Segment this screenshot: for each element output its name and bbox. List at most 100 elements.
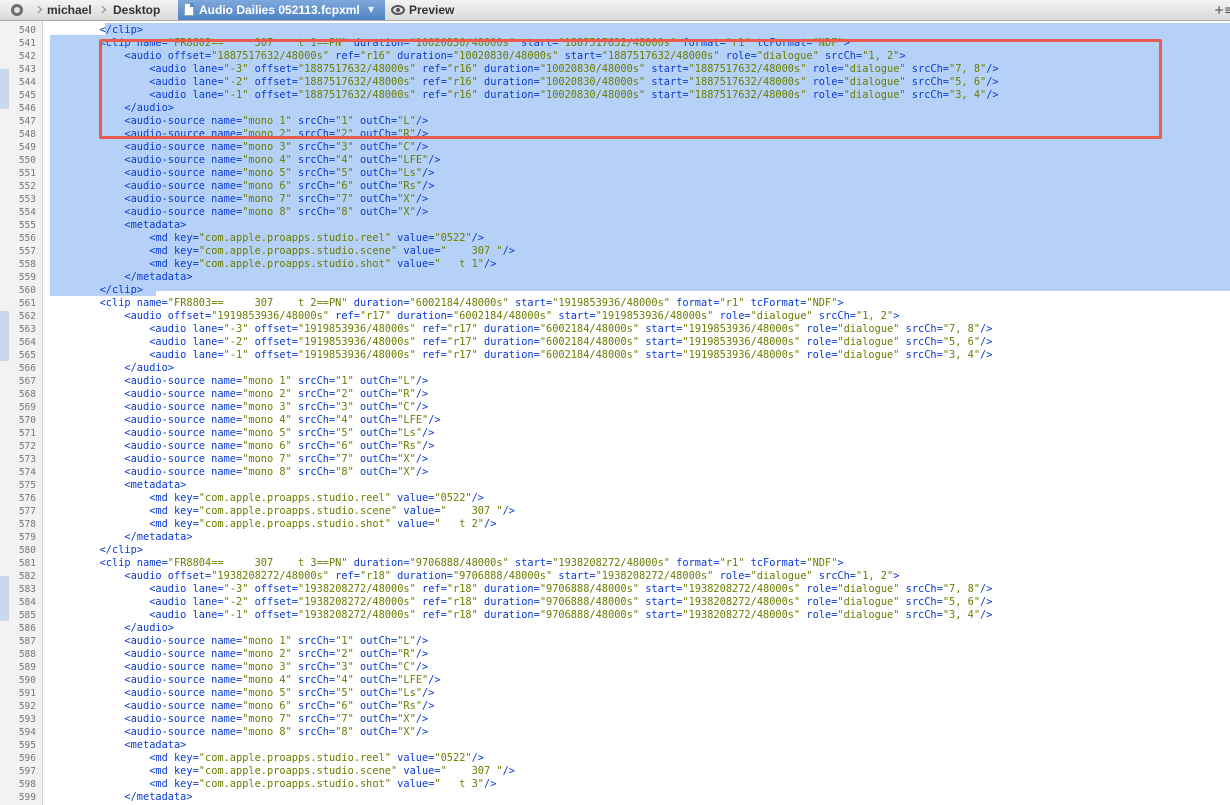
code-line[interactable]: 581 <clip name="FR8804== 307 t 3==PN" du… xyxy=(0,557,1230,570)
code-line[interactable]: 559 </metadata> xyxy=(0,271,1230,284)
code-line[interactable]: 594 <audio-source name="mono 8" srcCh="8… xyxy=(0,726,1230,739)
code-line[interactable]: 584 <audio lane="-2" offset="1938208272/… xyxy=(0,596,1230,609)
code-line[interactable]: 564 <audio lane="-2" offset="1919853936/… xyxy=(0,336,1230,349)
code-line[interactable]: 579 </metadata> xyxy=(0,531,1230,544)
code-line[interactable]: 596 <md key="com.apple.proapps.studio.re… xyxy=(0,752,1230,765)
line-number: 576 xyxy=(18,493,36,504)
code-line[interactable]: 593 <audio-source name="mono 7" srcCh="7… xyxy=(0,713,1230,726)
code-text: <audio-source name="mono 1" srcCh="1" ou… xyxy=(50,375,429,387)
line-number: 588 xyxy=(18,649,36,660)
crumb-desktop[interactable]: Desktop xyxy=(113,0,160,20)
code-line[interactable]: 565 <audio lane="-1" offset="1919853936/… xyxy=(0,349,1230,362)
line-number: 598 xyxy=(18,779,36,790)
code-line[interactable]: 591 <audio-source name="mono 5" srcCh="5… xyxy=(0,687,1230,700)
code-text: <md key="com.apple.proapps.studio.shot" … xyxy=(50,778,497,790)
line-number: 568 xyxy=(18,389,36,400)
code-line[interactable]: 587 <audio-source name="mono 1" srcCh="1… xyxy=(0,635,1230,648)
code-line[interactable]: 549 <audio-source name="mono 3" srcCh="3… xyxy=(0,141,1230,154)
code-line[interactable]: 570 <audio-source name="mono 4" srcCh="4… xyxy=(0,414,1230,427)
separator-icon: › xyxy=(100,0,108,20)
code-text: <audio-source name="mono 4" srcCh="4" ou… xyxy=(50,154,441,166)
code-line[interactable]: 586 </audio> xyxy=(0,622,1230,635)
code-line[interactable]: 553 <audio-source name="mono 7" srcCh="7… xyxy=(0,193,1230,206)
code-text: <audio-source name="mono 7" srcCh="7" ou… xyxy=(50,713,429,725)
code-line[interactable]: 580 </clip> xyxy=(0,544,1230,557)
code-line[interactable]: 550 <audio-source name="mono 4" srcCh="4… xyxy=(0,154,1230,167)
code-line[interactable]: 552 <audio-source name="mono 6" srcCh="6… xyxy=(0,180,1230,193)
line-number: 572 xyxy=(18,441,36,452)
crumb-active-file[interactable]: Audio Dailies 052113.fcpxml ▼ xyxy=(178,0,385,20)
code-line[interactable]: 560 </clip> xyxy=(0,284,1230,297)
code-text: <audio-source name="mono 8" srcCh="8" ou… xyxy=(50,206,429,218)
line-number: 577 xyxy=(18,506,36,517)
code-line[interactable]: 571 <audio-source name="mono 5" srcCh="5… xyxy=(0,427,1230,440)
code-text: <md key="com.apple.proapps.studio.reel" … xyxy=(50,232,484,244)
code-line[interactable]: 561 <clip name="FR8803== 307 t 2==PN" du… xyxy=(0,297,1230,310)
code-line[interactable]: 576 <md key="com.apple.proapps.studio.re… xyxy=(0,492,1230,505)
code-line[interactable]: 599 </metadata> xyxy=(0,791,1230,804)
line-number: 547 xyxy=(18,116,36,127)
code-line[interactable]: 568 <audio-source name="mono 2" srcCh="2… xyxy=(0,388,1230,401)
code-line[interactable]: 540 </clip> xyxy=(0,24,1230,37)
line-number: 553 xyxy=(18,194,36,205)
line-number: 585 xyxy=(18,610,36,621)
code-line[interactable]: 574 <audio-source name="mono 8" srcCh="8… xyxy=(0,466,1230,479)
line-number: 570 xyxy=(18,415,36,426)
code-text: <audio-source name="mono 2" srcCh="2" ou… xyxy=(50,648,429,660)
chevron-down-icon[interactable]: ▼ xyxy=(368,0,374,20)
line-number: 587 xyxy=(18,636,36,647)
code-line[interactable]: 578 <md key="com.apple.proapps.studio.sh… xyxy=(0,518,1230,531)
code-line[interactable]: 551 <audio-source name="mono 5" srcCh="5… xyxy=(0,167,1230,180)
code-text: <audio offset="1919853936/48000s" ref="r… xyxy=(50,310,900,322)
line-number: 582 xyxy=(18,571,36,582)
line-number: 559 xyxy=(18,272,36,283)
code-line[interactable]: 590 <audio-source name="mono 4" srcCh="4… xyxy=(0,674,1230,687)
code-line[interactable]: 566 </audio> xyxy=(0,362,1230,375)
crumb-michael[interactable]: michael xyxy=(47,0,92,20)
code-line[interactable]: 557 <md key="com.apple.proapps.studio.sc… xyxy=(0,245,1230,258)
code-editor[interactable]: 540 </clip> 541 <clip name="FR8802== 307 … xyxy=(0,21,1230,805)
code-line[interactable]: 583 <audio lane="-3" offset="1938208272/… xyxy=(0,583,1230,596)
code-line[interactable]: 567 <audio-source name="mono 1" srcCh="1… xyxy=(0,375,1230,388)
code-line[interactable]: 563 <audio lane="-3" offset="1919853936/… xyxy=(0,323,1230,336)
line-number: 542 xyxy=(18,51,36,62)
code-text: <audio-source name="mono 4" srcCh="4" ou… xyxy=(50,414,441,426)
code-line[interactable]: 573 <audio-source name="mono 7" srcCh="7… xyxy=(0,453,1230,466)
code-text: <audio-source name="mono 3" srcCh="3" ou… xyxy=(50,661,429,673)
code-line[interactable]: 575 <metadata> xyxy=(0,479,1230,492)
code-text: <md key="com.apple.proapps.studio.scene"… xyxy=(50,765,515,777)
code-text: <md key="com.apple.proapps.studio.shot" … xyxy=(50,518,497,530)
code-line[interactable]: 582 <audio offset="1938208272/48000s" re… xyxy=(0,570,1230,583)
path-bar: › michael › Desktop Audio Dailies 052113… xyxy=(0,0,1230,21)
code-line[interactable]: 577 <md key="com.apple.proapps.studio.sc… xyxy=(0,505,1230,518)
code-line[interactable]: 554 <audio-source name="mono 8" srcCh="8… xyxy=(0,206,1230,219)
code-text: <audio lane="-2" offset="1919853936/4800… xyxy=(50,336,993,348)
code-line[interactable]: 558 <md key="com.apple.proapps.studio.sh… xyxy=(0,258,1230,271)
code-line[interactable]: 595 <metadata> xyxy=(0,739,1230,752)
code-line[interactable]: 598 <md key="com.apple.proapps.studio.sh… xyxy=(0,778,1230,791)
code-text: </audio> xyxy=(50,622,174,634)
code-line[interactable]: 592 <audio-source name="mono 6" srcCh="6… xyxy=(0,700,1230,713)
circle-arrow-icon xyxy=(11,4,23,16)
preview-button[interactable]: Preview xyxy=(409,0,454,20)
code-line[interactable]: 589 <audio-source name="mono 3" srcCh="3… xyxy=(0,661,1230,674)
code-text: <clip name="FR8803== 307 t 2==PN" durati… xyxy=(50,297,844,309)
line-number: 549 xyxy=(18,142,36,153)
line-number: 566 xyxy=(18,363,36,374)
code-line[interactable]: 555 <metadata> xyxy=(0,219,1230,232)
back-button[interactable] xyxy=(0,0,38,20)
code-line[interactable]: 562 <audio offset="1919853936/48000s" re… xyxy=(0,310,1230,323)
code-line[interactable]: 569 <audio-source name="mono 3" srcCh="3… xyxy=(0,401,1230,414)
code-line[interactable]: 585 <audio lane="-1" offset="1938208272/… xyxy=(0,609,1230,622)
code-line[interactable]: 556 <md key="com.apple.proapps.studio.re… xyxy=(0,232,1230,245)
split-editor-button[interactable]: +≡ xyxy=(1214,0,1230,20)
code-line[interactable]: 588 <audio-source name="mono 2" srcCh="2… xyxy=(0,648,1230,661)
code-text: <audio-source name="mono 6" srcCh="6" ou… xyxy=(50,700,435,712)
code-text: <audio-source name="mono 4" srcCh="4" ou… xyxy=(50,674,441,686)
line-number: 583 xyxy=(18,584,36,595)
document-icon xyxy=(184,3,194,16)
line-number: 546 xyxy=(18,103,36,114)
code-line[interactable]: 597 <md key="com.apple.proapps.studio.sc… xyxy=(0,765,1230,778)
eye-icon[interactable] xyxy=(391,5,405,15)
code-line[interactable]: 572 <audio-source name="mono 6" srcCh="6… xyxy=(0,440,1230,453)
